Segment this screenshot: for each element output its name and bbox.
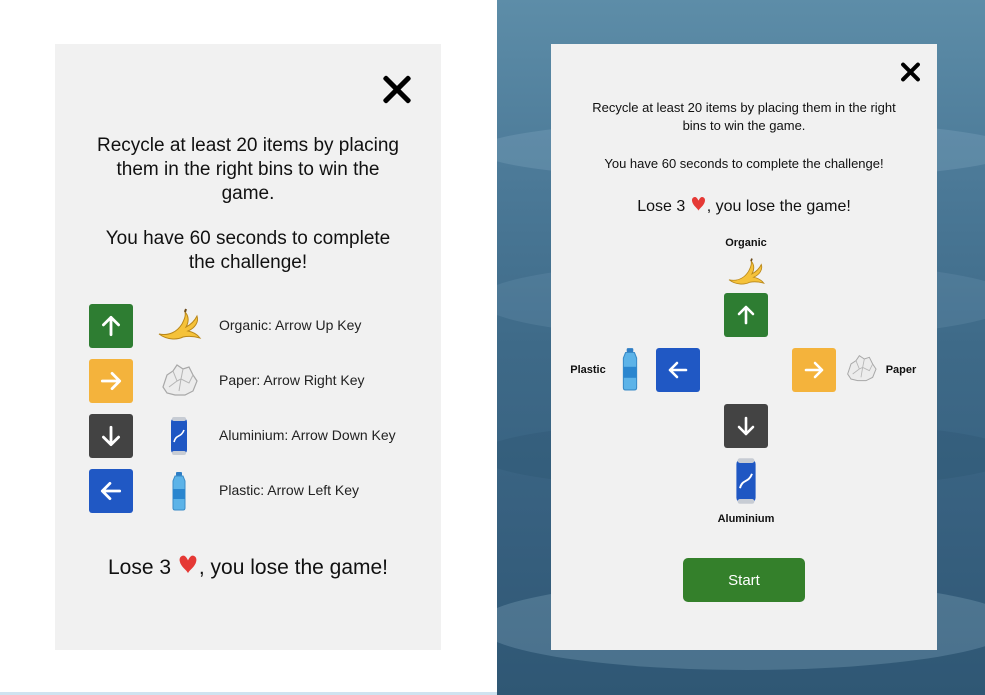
key-row-label: Organic: Arrow Up Key	[219, 317, 362, 333]
banana-peel-icon	[158, 308, 202, 340]
bin-label-organic: Organic	[725, 237, 767, 249]
arrow-left-key[interactable]	[656, 348, 700, 392]
key-row-organic: Organic: Arrow Up Key	[89, 304, 419, 348]
banana-peel-icon	[728, 258, 765, 285]
bin-label-plastic: Plastic	[570, 364, 606, 376]
key-row-label: Plastic: Arrow Left Key	[219, 482, 360, 498]
close-icon[interactable]	[381, 73, 413, 105]
intro-text: Recycle at least 20 items by placing the…	[96, 135, 400, 204]
bin-label-aluminium: Aluminium	[717, 513, 775, 525]
arrow-right-icon	[89, 359, 133, 403]
bin-label-paper: Paper	[885, 364, 917, 376]
lose-prefix: Lose 3	[637, 198, 686, 215]
intro-text: Recycle at least 20 items by placing the…	[592, 100, 896, 133]
soda-can-icon	[736, 458, 756, 504]
time-limit-text: You have 60 seconds to complete the chal…	[604, 156, 884, 171]
arrow-down-icon	[89, 414, 133, 458]
soda-can-icon	[171, 417, 187, 455]
plastic-bottle-icon	[172, 472, 186, 511]
key-row-plastic: Plastic: Arrow Left Key	[89, 469, 419, 513]
crumpled-paper-icon	[162, 364, 198, 396]
lose-suffix: , you lose the game!	[198, 556, 389, 579]
arrow-up-icon	[737, 305, 755, 325]
heart-icon	[691, 196, 705, 211]
plastic-bottle-icon	[622, 348, 638, 391]
lose-suffix: , you lose the game!	[706, 198, 851, 215]
time-limit-text: You have 60 seconds to complete the chal…	[105, 228, 391, 273]
arrow-down-key[interactable]	[724, 404, 768, 448]
lose-prefix: Lose 3	[107, 556, 172, 579]
instructions-panel: Recycle at least 20 items by placing the…	[55, 44, 441, 650]
crumpled-paper-icon	[847, 354, 877, 382]
lives-warning: Lose 3 , you lose the game!	[551, 194, 937, 218]
start-button[interactable]: Start	[683, 558, 805, 602]
arrow-left-icon	[668, 361, 688, 379]
how-to-play-panel: Recycle at least 20 items by placing the…	[551, 44, 937, 650]
arrow-down-icon	[737, 416, 755, 436]
arrow-right-key[interactable]	[792, 348, 836, 392]
arrow-up-icon	[89, 304, 133, 348]
arrow-right-icon	[804, 361, 824, 379]
key-row-label: Paper: Arrow Right Key	[219, 372, 365, 388]
key-row-label: Aluminium: Arrow Down Key	[219, 427, 396, 443]
key-row-paper: Paper: Arrow Right Key	[89, 359, 419, 403]
close-icon[interactable]	[899, 61, 921, 83]
lives-warning: Lose 3 , you lose the game!	[55, 552, 441, 581]
heart-icon	[179, 555, 197, 574]
arrow-left-icon	[89, 469, 133, 513]
key-row-aluminium: Aluminium: Arrow Down Key	[89, 414, 419, 458]
arrow-up-key[interactable]	[724, 293, 768, 337]
